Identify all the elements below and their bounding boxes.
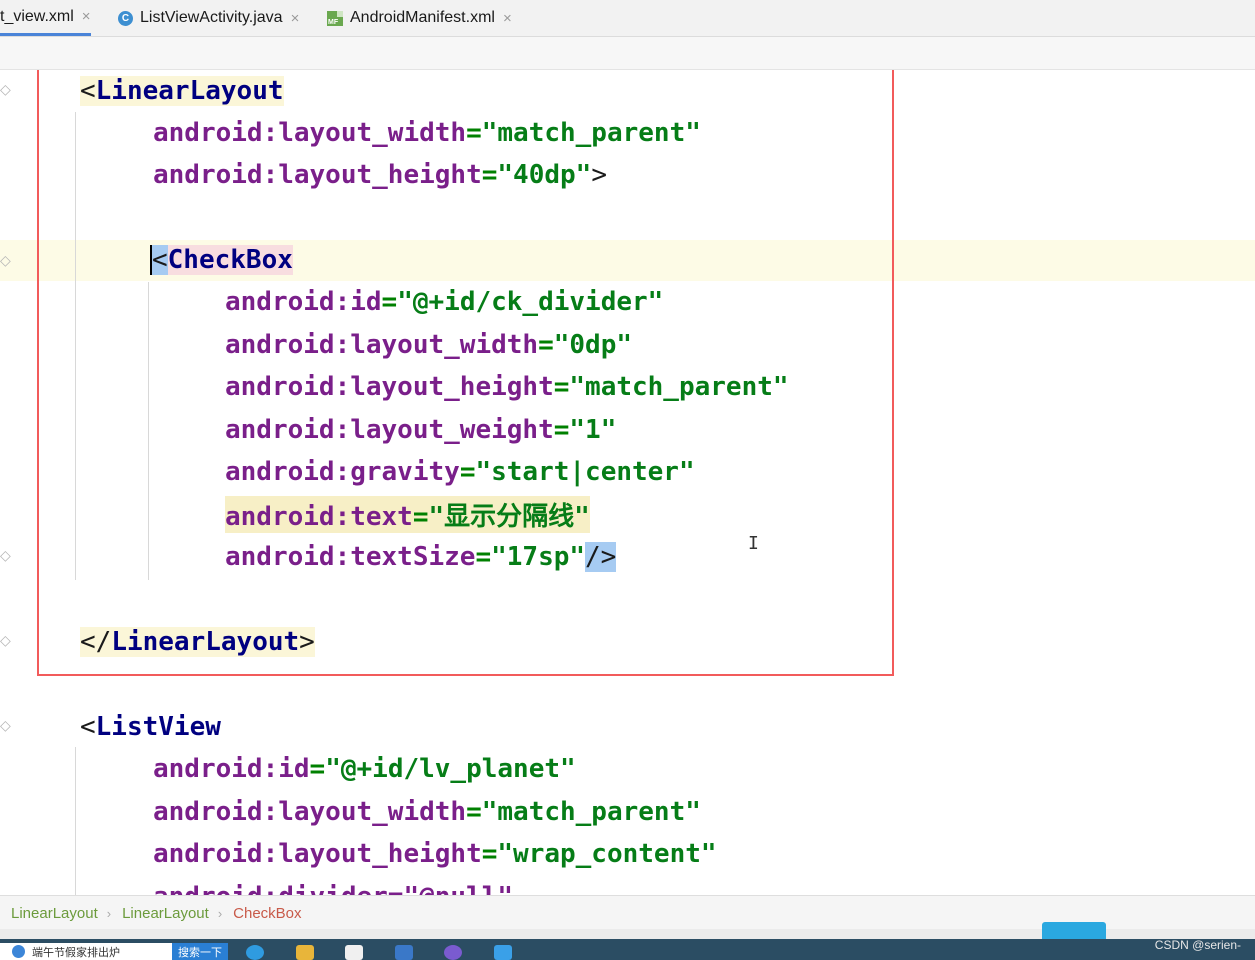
app-icon[interactable] [444,945,462,960]
fold-marker-icon[interactable]: ◇ [0,82,11,100]
manifest-icon: MF [327,10,343,26]
tab-android-manifest-xml[interactable]: MF AndroidManifest.xml × [327,0,512,36]
xml-attribute: android:layout_width [153,797,467,827]
tab-label: AndroidManifest.xml [350,9,495,26]
tab-label: ListViewActivity.java [140,9,283,26]
breadcrumb-item-linearlayout-inner[interactable]: LinearLayout [122,905,209,922]
xml-attribute: android:id [153,754,310,784]
code-line-partial[interactable]: android:divider="@null" [153,876,513,895]
store-icon[interactable] [345,945,363,960]
fold-marker-icon[interactable]: ◇ [0,548,11,566]
taskbar-search-box[interactable]: 端午节假家排出炉 [0,943,172,960]
edge-browser-icon[interactable] [246,945,264,960]
code-line[interactable]: < ListView [80,706,221,748]
mouse-ibeam-cursor: I [748,533,759,554]
breadcrumb-item-linearlayout[interactable]: LinearLayout [11,905,98,922]
xml-attribute: android:layout_height [153,839,482,869]
browser-icon [12,945,25,958]
xml-value: "wrap_content" [497,839,717,869]
code-line[interactable]: android:layout_width = "match_parent" [153,791,701,833]
fold-marker-icon[interactable]: ◇ [0,718,11,736]
editor-tab-bar: st_view.xml × C ListViewActivity.java × … [0,0,1255,37]
search-text: 端午节假家排出炉 [32,945,120,959]
editor-toolbar-strip [0,37,1255,70]
xml-value: "@+id/lv_planet" [325,754,576,784]
close-icon[interactable]: × [82,8,91,25]
tab-label: st_view.xml [0,7,74,25]
indent-guide [75,747,76,895]
code-line[interactable]: android:layout_height = "wrap_content" [153,833,717,875]
breadcrumb-item-checkbox[interactable]: CheckBox [233,905,301,922]
java-class-icon: C [118,10,133,26]
chevron-right-icon: › [106,905,112,921]
xml-tag: ListView [95,712,221,742]
tab-list-view-activity-java[interactable]: C ListViewActivity.java × [118,0,299,36]
chevron-right-icon: › [217,905,223,921]
xml-value: "match_parent" [481,797,701,827]
close-icon[interactable]: × [503,10,512,27]
fold-marker-icon[interactable]: ◇ [0,253,11,271]
app-icon[interactable] [494,945,512,960]
search-button[interactable]: 搜索一下 [172,943,228,960]
watermark: CSDN @serien- [1154,938,1241,952]
tab-list-view-xml[interactable]: st_view.xml × [0,0,91,36]
tool-window-button[interactable] [1042,922,1106,940]
code-editor[interactable]: ◇ ◇ ◇ ◇ ◇ <LinearLayout android:layout_w… [0,70,1255,895]
close-icon[interactable]: × [291,10,300,27]
code-line[interactable]: android:id = "@+id/lv_planet" [153,748,576,790]
fold-marker-icon[interactable]: ◇ [0,633,11,651]
file-explorer-icon[interactable] [296,945,314,960]
annotation-box [37,70,894,676]
mail-icon[interactable] [395,945,413,960]
